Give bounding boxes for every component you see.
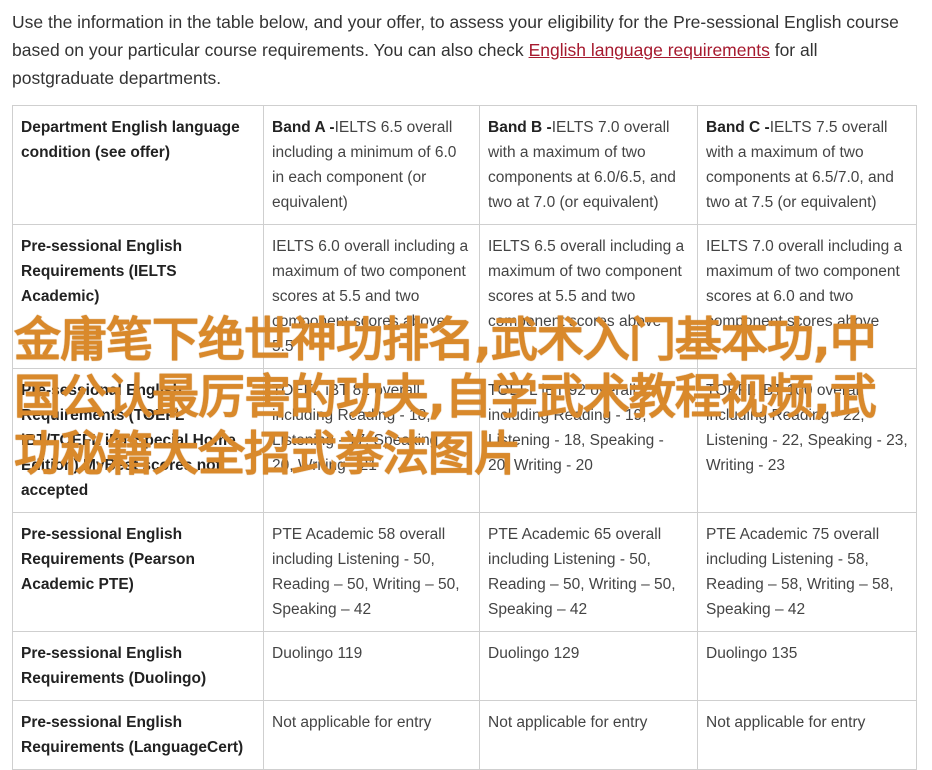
table-row-languagecert: Pre-sessional English Requirements (Lang…	[12, 700, 917, 770]
header-band-b-cell: Band B -IELTS 7.0 overall with a maximum…	[479, 105, 698, 225]
cell-band-b: Duolingo 129	[479, 631, 698, 701]
row-label: Pre-sessional English Requirements (Pear…	[12, 512, 264, 632]
table-row-pte: Pre-sessional English Requirements (Pear…	[12, 512, 917, 632]
intro-paragraph: Use the information in the table below, …	[12, 8, 922, 92]
cell-band-b: TOEFL iBT 92 overall including Reading -…	[479, 368, 698, 513]
table-row-duolingo: Pre-sessional English Requirements (Duol…	[12, 631, 917, 701]
cell-band-c: TOEFL iBT 100 overall including Reading …	[697, 368, 917, 513]
cell-band-a: Not applicable for entry	[263, 700, 480, 770]
table-row-ielts: Pre-sessional English Requirements (IELT…	[12, 224, 917, 369]
band-b-name: Band B -	[488, 119, 552, 136]
cell-band-c: PTE Academic 75 overall including Listen…	[697, 512, 917, 632]
cell-band-b: Not applicable for entry	[479, 700, 698, 770]
table-header-row: Department English language condition (s…	[12, 105, 917, 225]
cell-band-a: IELTS 6.0 overall including a maximum of…	[263, 224, 480, 369]
row-label: Pre-sessional English Requirements (Duol…	[12, 631, 264, 701]
cell-band-c: Not applicable for entry	[697, 700, 917, 770]
english-language-requirements-link[interactable]: English language requirements	[529, 40, 770, 60]
cell-band-a: TOEFL iBT 82 overall including Reading -…	[263, 368, 480, 513]
cell-band-c: IELTS 7.0 overall including a maximum of…	[697, 224, 917, 369]
header-condition-cell: Department English language condition (s…	[12, 105, 264, 225]
row-label: Pre-sessional English Requirements (TOEF…	[12, 368, 264, 513]
header-band-c-cell: Band C -IELTS 7.5 overall with a maximum…	[697, 105, 917, 225]
cell-band-a: PTE Academic 58 overall including Listen…	[263, 512, 480, 632]
cell-band-b: PTE Academic 65 overall including Listen…	[479, 512, 698, 632]
band-a-name: Band A -	[272, 119, 335, 136]
row-label: Pre-sessional English Requirements (IELT…	[12, 224, 264, 369]
requirements-table: Department English language condition (s…	[12, 105, 917, 770]
row-label: Pre-sessional English Requirements (Lang…	[12, 700, 264, 770]
cell-band-c: Duolingo 135	[697, 631, 917, 701]
cell-band-b: IELTS 6.5 overall including a maximum of…	[479, 224, 698, 369]
header-band-a-cell: Band A -IELTS 6.5 overall including a mi…	[263, 105, 480, 225]
table-row-toefl: Pre-sessional English Requirements (TOEF…	[12, 368, 917, 513]
cell-band-a: Duolingo 119	[263, 631, 480, 701]
band-c-name: Band C -	[706, 119, 770, 136]
